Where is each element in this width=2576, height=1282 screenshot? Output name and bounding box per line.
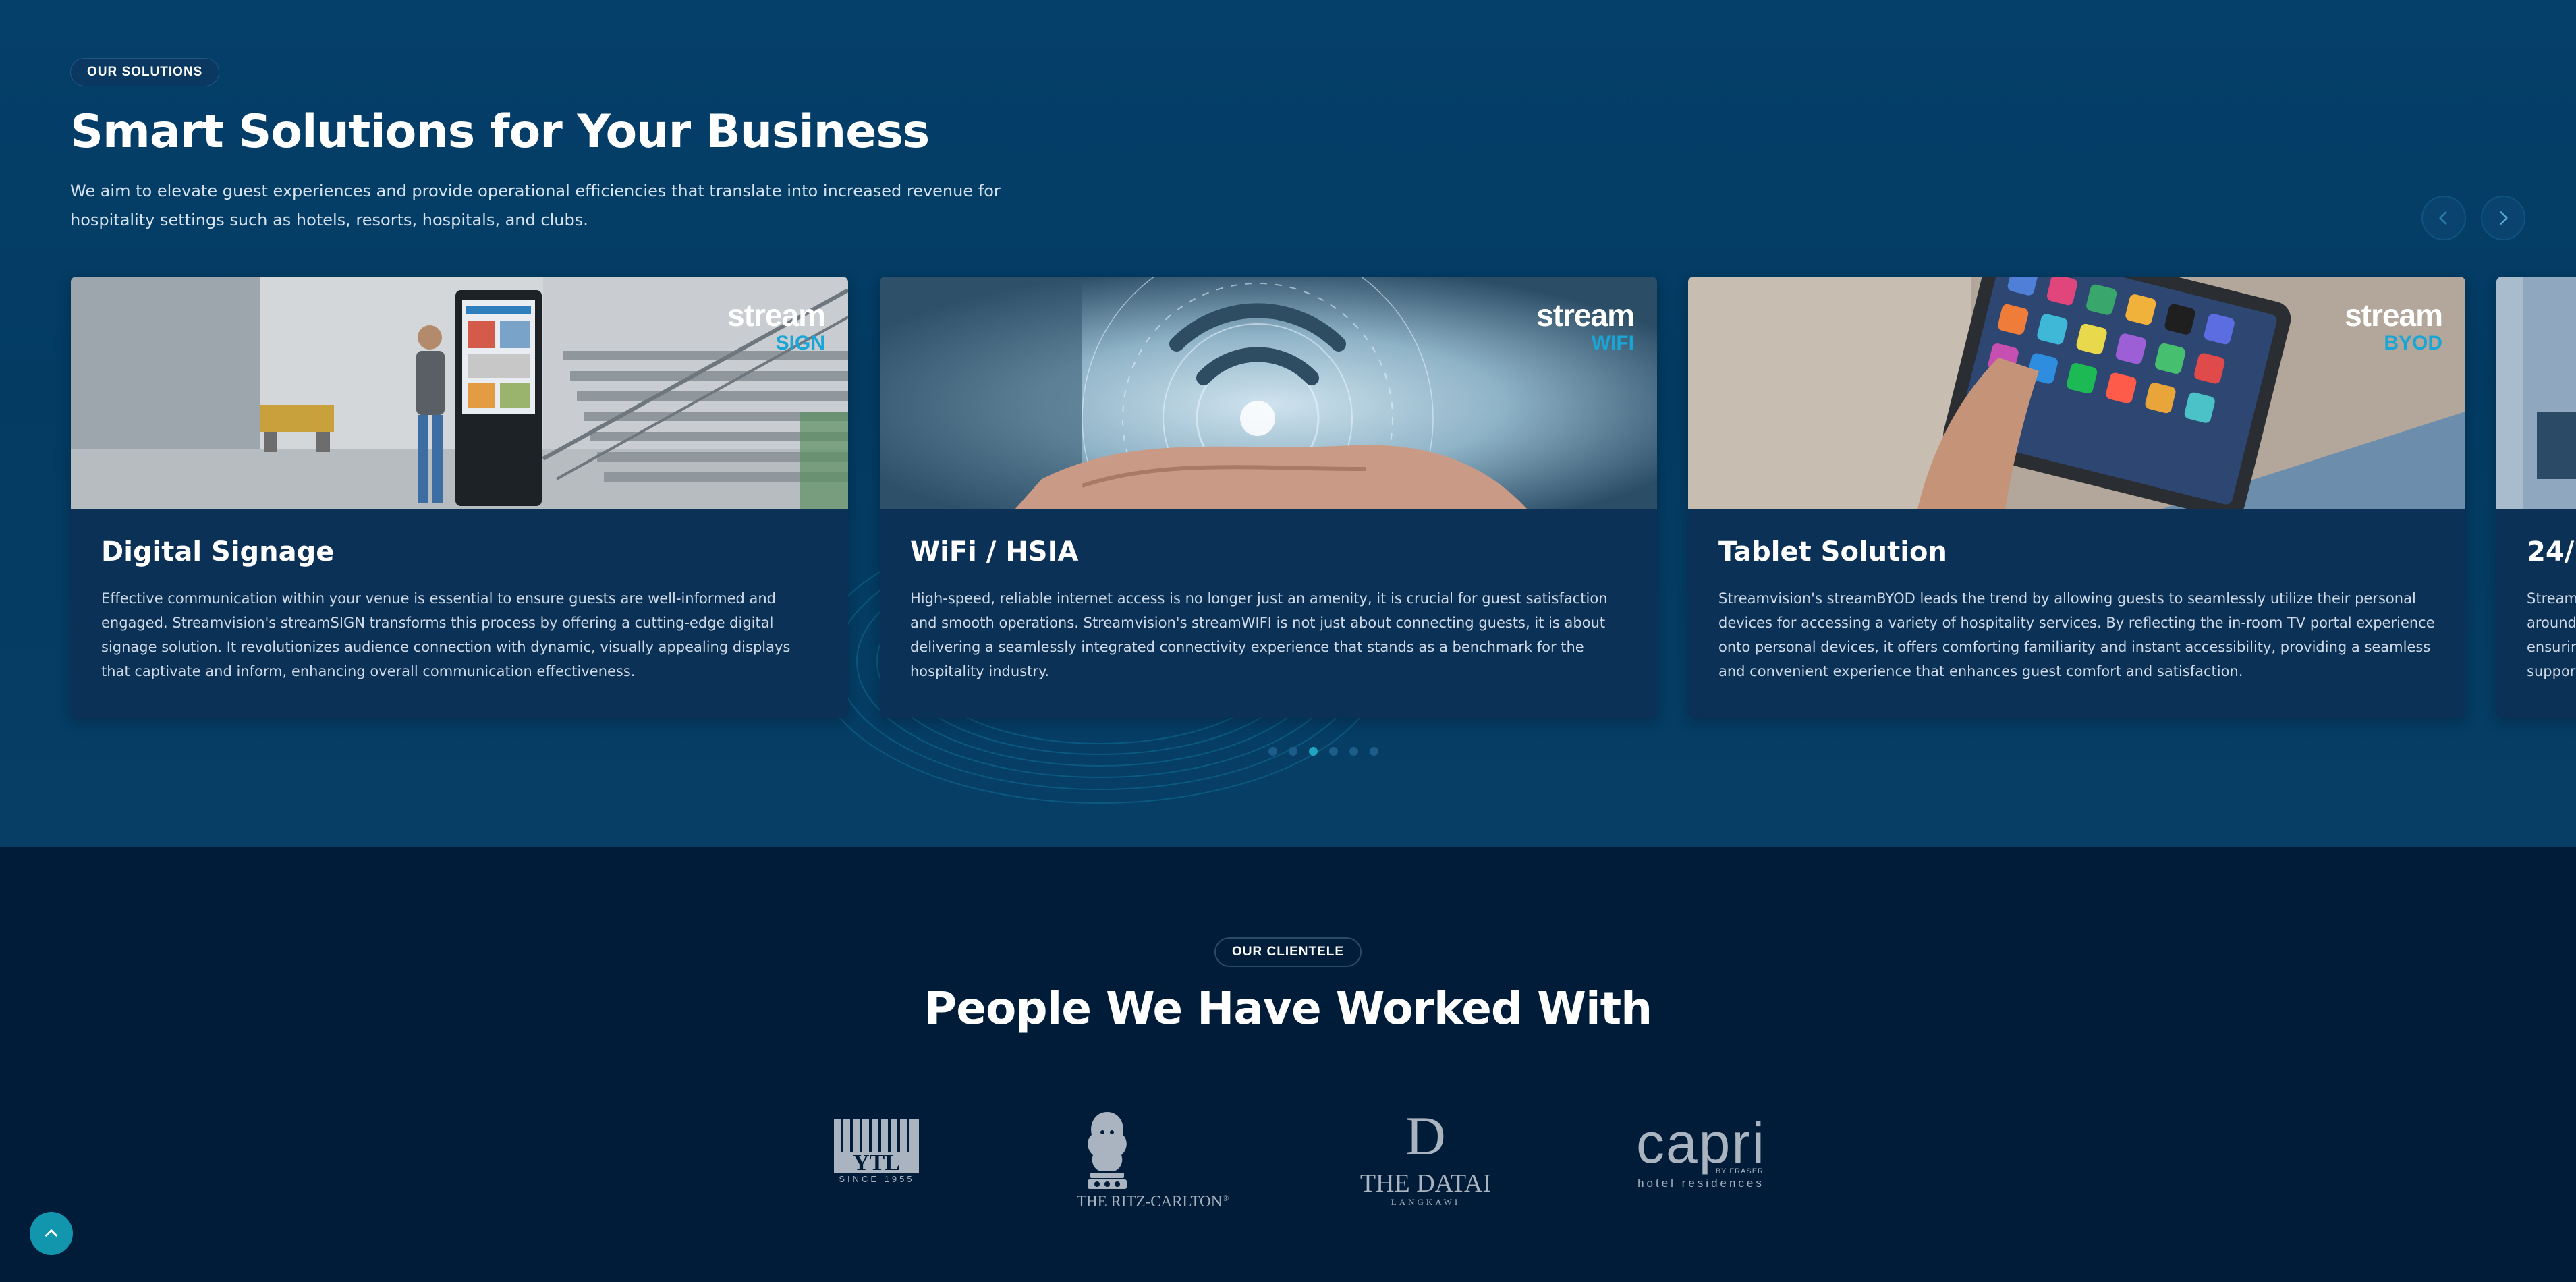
capri-tagline: hotel residences — [1637, 1177, 1764, 1190]
carousel-pagination — [1268, 747, 1378, 756]
client-logo-capri: capri BY FRASER hotel residences — [1623, 1111, 1779, 1190]
ytl-tagline: SINCE 1955 — [839, 1174, 915, 1184]
carousel-dot[interactable] — [1268, 747, 1277, 756]
card-text: High-speed, reliable internet access is … — [910, 590, 1608, 679]
card-text: Effective communication within your venu… — [101, 590, 791, 679]
card-text: Stream around ensurin suppor — [2527, 590, 2576, 679]
registered-mark: ® — [1222, 1193, 1229, 1203]
solutions-section: OUR SOLUTIONS Smart Solutions for Your B… — [0, 0, 2576, 847]
datai-monogram: D — [1405, 1105, 1446, 1167]
section-label: OUR SOLUTIONS — [70, 58, 220, 86]
card-image-wifi: stream WIFI — [880, 277, 1657, 509]
card-title: WiFi / HSIA — [910, 536, 1079, 567]
clientele-section: OUR CLIENTELE People We Have Worked With… — [0, 847, 2576, 1282]
solution-card-wifi[interactable]: stream WIFI WiFi / HSIA High-speed, reli… — [880, 277, 1657, 718]
datai-wordmark: THE DATAI — [1360, 1169, 1492, 1198]
solution-card-digital-signage[interactable]: stream SIGN Digital Signage Effective co… — [71, 277, 848, 718]
back-to-top-button[interactable] — [30, 1212, 73, 1255]
client-logo-ytl: YTL SINCE 1955 — [831, 1116, 922, 1184]
carousel-next-button[interactable] — [2481, 196, 2525, 240]
section-title: People We Have Worked With — [924, 982, 1652, 1034]
card-title: 24/7 — [2527, 536, 2576, 567]
solution-card-tablet[interactable]: stream BYOD Tablet Solution Streamvision… — [1688, 277, 2465, 718]
datai-location: LANGKAWI — [1391, 1197, 1461, 1207]
svg-text:YTL: YTL — [853, 1150, 900, 1175]
carousel-prev-button[interactable] — [2421, 196, 2466, 240]
card-title: Digital Signage — [101, 536, 335, 567]
capri-wordmark: capri — [1635, 1111, 1766, 1175]
chevron-right-icon — [2500, 211, 2508, 225]
carousel-dot[interactable] — [1309, 747, 1318, 756]
streamsign-logo: stream SIGN — [727, 298, 826, 354]
chevron-up-icon — [45, 1229, 57, 1237]
ytl-emblem-icon: YTL — [834, 1119, 919, 1175]
carousel-dot[interactable] — [1349, 747, 1358, 756]
card-text: Streamvision's streamBYOD leads the tren… — [1718, 590, 2435, 679]
solution-card-247-support[interactable]: 24/7 Stream around ensurin suppor — [2496, 277, 2576, 718]
client-logo-ritz-carlton: THE RITZ-CARLTON® — [1077, 1108, 1229, 1210]
chevron-left-icon — [2439, 211, 2447, 225]
client-logo-the-datai: D THE DATAI LANGKAWI — [1355, 1108, 1496, 1208]
section-description: We aim to elevate guest experiences and … — [70, 182, 1001, 229]
card-image-digital-signage: stream SIGN — [71, 277, 848, 509]
streambyod-logo: stream BYOD — [2345, 298, 2443, 354]
carousel-dot[interactable] — [1370, 747, 1378, 756]
ritz-carlton-wordmark: THE RITZ-CARLTON — [1077, 1193, 1223, 1210]
card-image-tablet: stream BYOD — [1688, 277, 2465, 509]
card-image-support — [2496, 277, 2576, 509]
carousel-dot[interactable] — [1289, 747, 1297, 756]
section-label: OUR CLIENTELE — [1214, 937, 1362, 967]
lion-crest-icon — [1088, 1112, 1127, 1189]
streamwifi-logo: stream WIFI — [1536, 298, 1635, 354]
section-title: Smart Solutions for Your Business — [70, 105, 930, 159]
carousel-dot[interactable] — [1329, 747, 1338, 756]
card-title: Tablet Solution — [1718, 536, 1947, 567]
